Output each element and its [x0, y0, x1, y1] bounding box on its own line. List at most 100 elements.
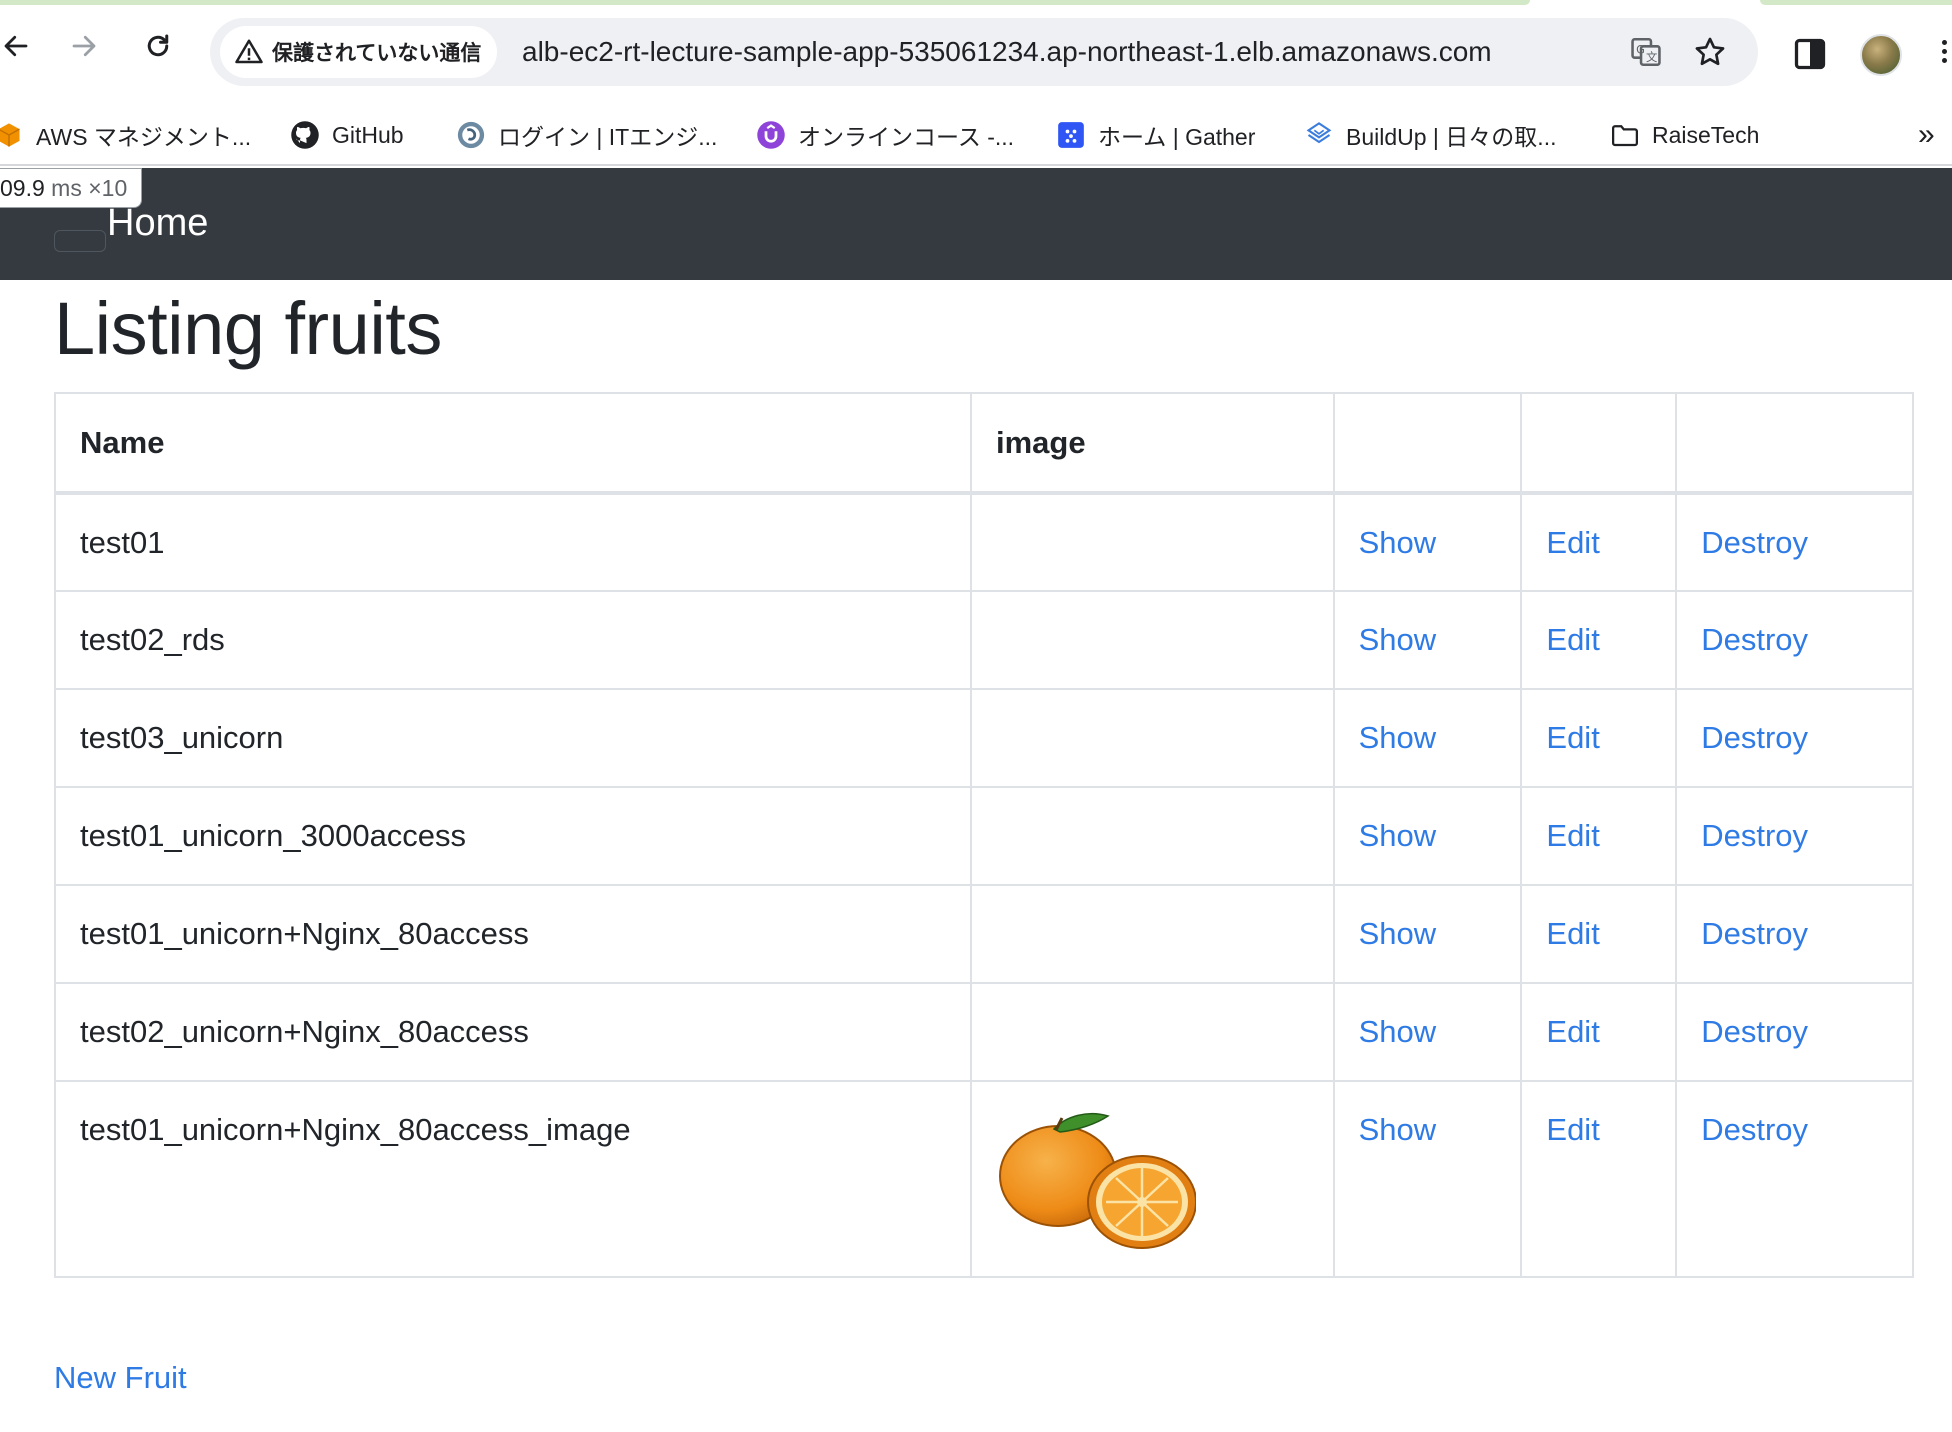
back-button[interactable] [0, 26, 36, 66]
svg-text:文: 文 [1646, 50, 1657, 64]
edit-link[interactable]: Edit [1546, 720, 1599, 755]
menu-dot-icon [1942, 40, 1947, 45]
destroy-link[interactable]: Destroy [1701, 525, 1808, 560]
edit-link[interactable]: Edit [1546, 818, 1599, 853]
fruit-image-cell [969, 786, 1335, 886]
bookmark-github[interactable]: GitHub [290, 104, 404, 166]
new-fruit-link[interactable]: New Fruit [54, 1360, 187, 1396]
orange-image [998, 1112, 1196, 1249]
show-cell: Show [1332, 688, 1523, 788]
warning-icon [235, 39, 263, 64]
destroy-link[interactable]: Destroy [1701, 1112, 1808, 1147]
udemy-icon [756, 120, 786, 150]
browser-menu-button[interactable] [1936, 36, 1952, 72]
destroy-link[interactable]: Destroy [1701, 818, 1808, 853]
show-link[interactable]: Show [1359, 818, 1437, 853]
buildup-icon [1304, 120, 1334, 150]
edit-link[interactable]: Edit [1546, 622, 1599, 657]
bookmark-gather[interactable]: ホーム | Gather [1056, 104, 1255, 166]
show-link[interactable]: Show [1359, 720, 1437, 755]
aws-cube-icon [0, 120, 24, 150]
globe-icon [456, 120, 486, 150]
fruit-name-cell: test01 [54, 492, 972, 592]
side-panel-icon [1794, 38, 1826, 70]
fruit-image-cell [969, 688, 1335, 788]
destroy-cell: Destroy [1675, 786, 1914, 886]
page-title: Listing fruits [54, 287, 442, 370]
perf-unit: ms [51, 175, 82, 201]
menu-dot-icon [1942, 58, 1947, 63]
destroy-cell: Destroy [1675, 1080, 1914, 1278]
menu-dot-icon [1942, 49, 1947, 54]
bookmark-folder-raisetech[interactable]: RaiseTech [1610, 104, 1759, 166]
fruit-name-cell: test02_unicorn+Nginx_80access [54, 982, 972, 1082]
app-navbar: Home [0, 168, 1952, 280]
fruit-name-cell: test02_rds [54, 590, 972, 690]
perf-multiplier: ×10 [88, 175, 128, 201]
header-empty [1332, 392, 1523, 495]
gather-icon [1056, 120, 1086, 150]
fruit-name-cell: test01_unicorn+Nginx_80access_image [54, 1080, 972, 1278]
destroy-link[interactable]: Destroy [1701, 1014, 1808, 1049]
header-empty [1520, 392, 1678, 495]
edit-cell: Edit [1520, 786, 1678, 886]
security-chip[interactable]: 保護されていない通信 [220, 26, 498, 78]
table-row: test01_unicorn+Nginx_80access_image Show E… [54, 1080, 1914, 1278]
browser-toolbar: 保護されていない通信 alb-ec2-rt-lecture-sample-app… [0, 6, 1952, 104]
destroy-link[interactable]: Destroy [1701, 916, 1808, 951]
show-link[interactable]: Show [1359, 916, 1437, 951]
bookmark-udemy[interactable]: オンラインコース -... [756, 104, 1014, 166]
navbar-toggler[interactable] [54, 230, 106, 252]
bookmarks-overflow-button[interactable]: » [1918, 118, 1948, 152]
show-cell: Show [1332, 982, 1523, 1082]
bookmark-star-button[interactable] [1692, 34, 1728, 70]
fruit-image-cell [969, 492, 1335, 592]
header-empty [1675, 392, 1914, 495]
bookmark-label: GitHub [332, 121, 404, 148]
edit-cell: Edit [1520, 492, 1678, 592]
reload-button[interactable] [138, 26, 178, 66]
show-link[interactable]: Show [1359, 1014, 1437, 1049]
destroy-link[interactable]: Destroy [1701, 720, 1808, 755]
destroy-cell: Destroy [1675, 982, 1914, 1082]
table-row: test02_unicorn+Nginx_80access Show Edit Des… [54, 982, 1914, 1082]
bookmark-buildup[interactable]: BuildUp | 日々の取... [1304, 104, 1556, 166]
edit-cell: Edit [1520, 688, 1678, 788]
edit-link[interactable]: Edit [1546, 1014, 1599, 1049]
table-row: test01_unicorn+Nginx_80access Show Edit Des… [54, 884, 1914, 984]
fruit-name-cell: test03_unicorn [54, 688, 972, 788]
bookmark-label: BuildUp | 日々の取... [1346, 124, 1557, 150]
translate-button[interactable]: G文 [1628, 34, 1664, 70]
fruit-name-cell: test01_unicorn+Nginx_80access [54, 884, 972, 984]
table-row: test01_unicorn_3000access Show Edit Destroy [54, 786, 1914, 886]
profile-avatar[interactable] [1860, 34, 1902, 76]
show-link[interactable]: Show [1359, 622, 1437, 657]
github-icon [290, 120, 320, 150]
fruit-image-cell [969, 590, 1335, 690]
show-link[interactable]: Show [1359, 525, 1437, 560]
bookmark-aws[interactable]: AWS マネジメント... [0, 104, 251, 166]
bookmark-it-engineer[interactable]: ログイン | ITエンジ... [456, 104, 717, 166]
fruit-image-cell [969, 982, 1335, 1082]
edit-link[interactable]: Edit [1546, 1112, 1599, 1147]
destroy-link[interactable]: Destroy [1701, 622, 1808, 657]
perf-value: 09.9 [0, 175, 45, 201]
show-link[interactable]: Show [1359, 1112, 1437, 1147]
forward-button[interactable] [64, 26, 104, 66]
show-cell: Show [1332, 590, 1523, 690]
table-row: test03_unicorn Show Edit Destroy [54, 688, 1914, 788]
edit-cell: Edit [1520, 590, 1678, 690]
home-link[interactable]: Home [107, 204, 208, 242]
address-bar[interactable]: 保護されていない通信 alb-ec2-rt-lecture-sample-app… [210, 18, 1758, 86]
bookmark-label: ログイン | ITエンジ... [498, 124, 718, 150]
side-panel-button[interactable] [1792, 36, 1828, 72]
url-text[interactable]: alb-ec2-rt-lecture-sample-app-535061234.… [522, 18, 1492, 86]
show-cell: Show [1332, 884, 1523, 984]
bookmark-label: RaiseTech [1652, 121, 1760, 148]
star-icon [1695, 37, 1725, 66]
arrow-left-icon [4, 35, 28, 57]
edit-link[interactable]: Edit [1546, 916, 1599, 951]
fruits-table: Name image test01 Show Edit Destroy test02_r… [54, 392, 1914, 1278]
arrow-right-icon [72, 35, 96, 57]
edit-link[interactable]: Edit [1546, 525, 1599, 560]
